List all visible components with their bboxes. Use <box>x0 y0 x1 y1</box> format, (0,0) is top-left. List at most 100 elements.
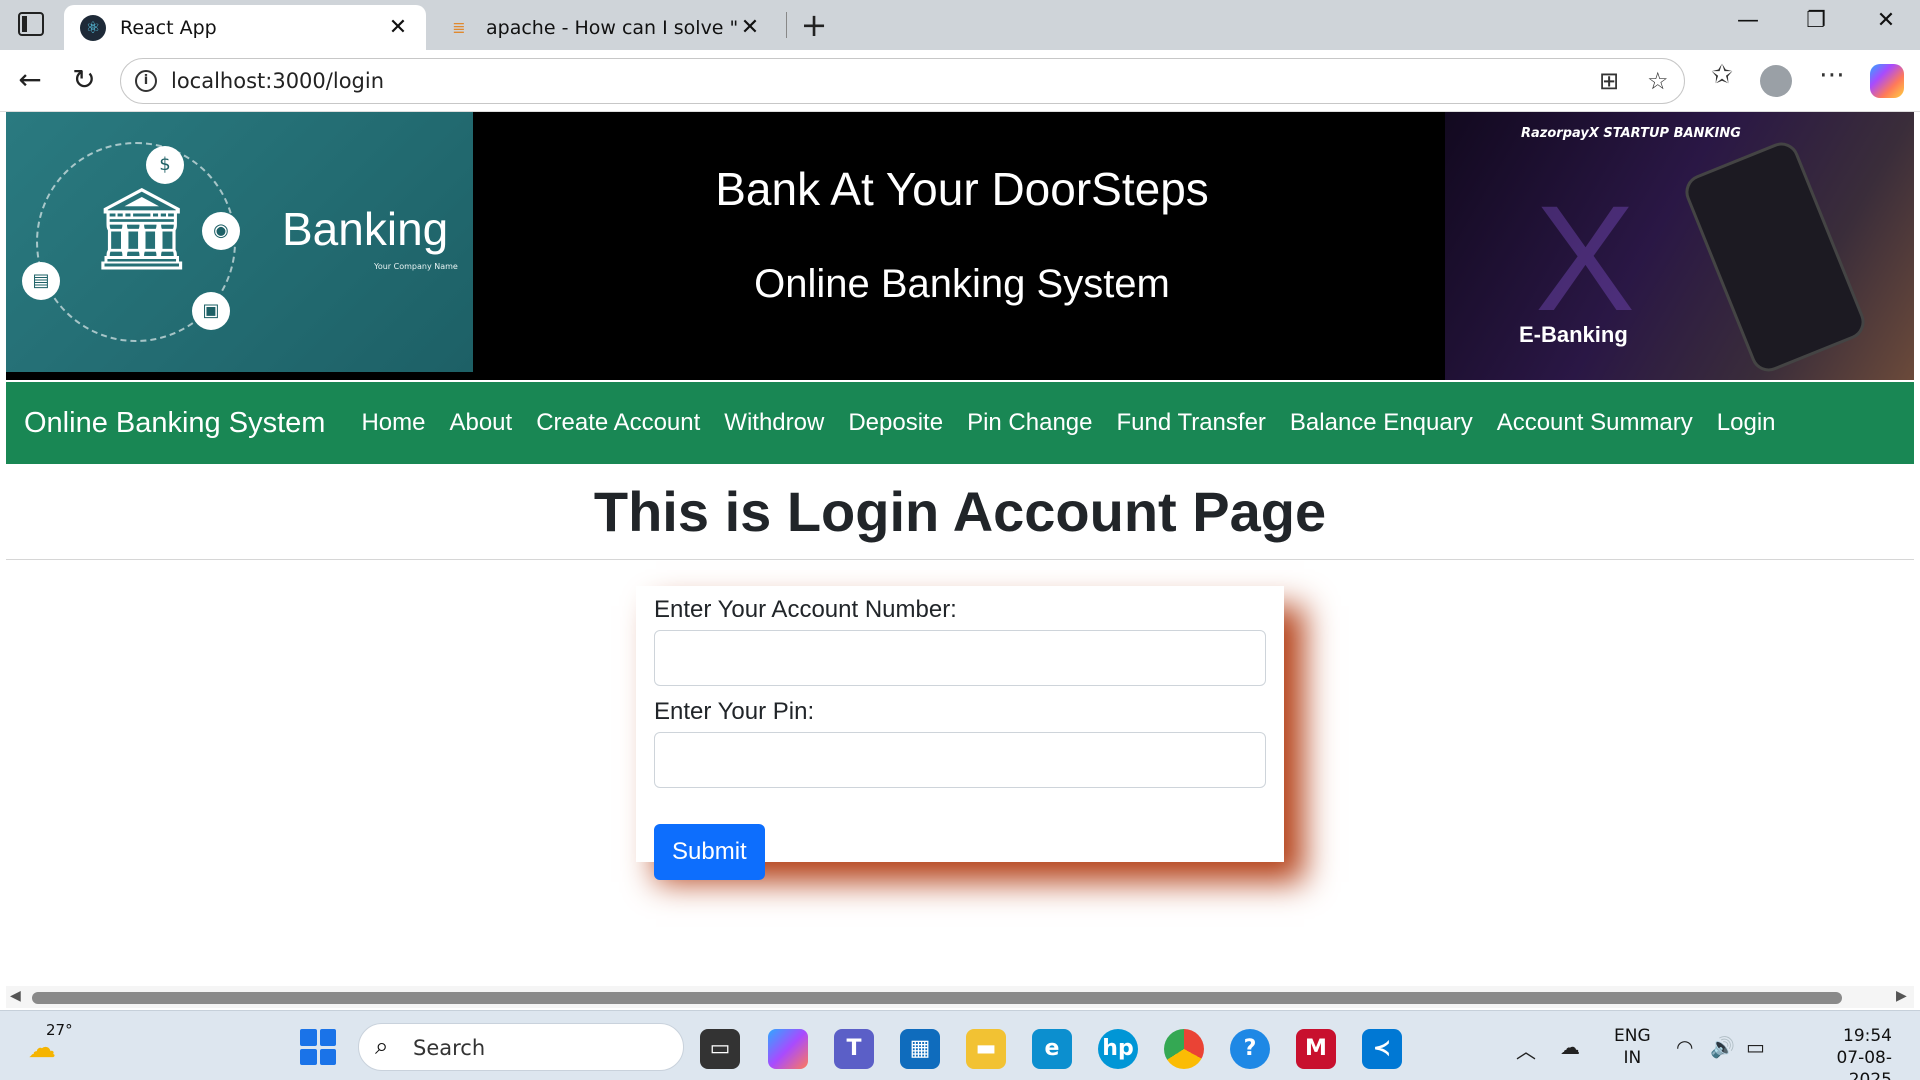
favorites-icon[interactable]: ✩ <box>1702 60 1742 90</box>
nav-balance-enquiry[interactable]: Balance Enquary <box>1290 409 1473 437</box>
nav-fund-transfer[interactable]: Fund Transfer <box>1117 409 1266 437</box>
mcafee-icon[interactable]: M <box>1296 1029 1336 1069</box>
minimize-icon[interactable]: — <box>1728 8 1768 33</box>
browser-tab-bar: ⚛ React App ✕ ≣ apache - How can I solve… <box>0 0 1920 50</box>
scrollbar-thumb[interactable] <box>32 992 1842 1004</box>
nav-home[interactable]: Home <box>361 409 425 437</box>
show-hidden-icons-chevron-icon[interactable]: ︿ <box>1516 1035 1536 1064</box>
scroll-right-icon[interactable]: ▶ <box>1896 988 1907 1004</box>
tab-actions-icon[interactable] <box>18 12 44 36</box>
weather-temperature[interactable]: 27° <box>46 1021 73 1039</box>
nav-create-account[interactable]: Create Account <box>536 409 700 437</box>
edge-icon[interactable]: e <box>1032 1029 1072 1069</box>
pin-label: Enter Your Pin: <box>654 698 815 725</box>
close-tab-icon[interactable]: ✕ <box>386 15 410 40</box>
file-explorer-icon[interactable]: ▬ <box>966 1029 1006 1069</box>
onedrive-icon[interactable]: ☁ <box>1560 1035 1580 1059</box>
scroll-left-icon[interactable]: ◀ <box>10 988 21 1004</box>
more-options-icon[interactable]: ⋯ <box>1812 60 1852 90</box>
app-available-icon[interactable]: ⊞ <box>1599 67 1619 95</box>
account-number-label: Enter Your Account Number: <box>654 596 957 623</box>
start-tile <box>319 1029 336 1046</box>
copilot-app-icon[interactable] <box>768 1029 808 1069</box>
chrome-icon[interactable] <box>1164 1029 1204 1069</box>
favorite-star-icon[interactable]: ☆ <box>1647 67 1669 95</box>
clock-time: 19:54 <box>1843 1026 1892 1046</box>
battery-icon[interactable]: ▭ <box>1746 1035 1765 1059</box>
windows-start-icon[interactable] <box>300 1029 336 1065</box>
pin-input[interactable] <box>654 732 1266 788</box>
page-viewport: 🏛 $ ◉ ▣ ▤ Banking Your Company Name Bank… <box>6 112 1914 1010</box>
search-icon: ⌕ <box>375 1032 389 1060</box>
header-banner: 🏛 $ ◉ ▣ ▤ Banking Your Company Name Bank… <box>6 112 1914 380</box>
new-tab-icon[interactable]: + <box>796 6 832 44</box>
money-bag-icon: $ <box>146 146 184 184</box>
hp-icon[interactable]: hp <box>1098 1029 1138 1069</box>
nav-about[interactable]: About <box>449 409 512 437</box>
x-graphic: X <box>1535 174 1636 342</box>
tab-separator <box>786 12 787 38</box>
address-bar-row: ← ↻ i localhost:3000/login ⊞ ☆ <box>0 50 1920 112</box>
tab-title: apache - How can I solve "Error: M <box>486 16 738 39</box>
search-placeholder: Search <box>413 1036 486 1060</box>
copilot-icon[interactable] <box>1870 64 1904 98</box>
windows-taskbar: ☁ 27° ⌕ Search ▭ T ▦ ▬ e hp ? M ≺ ︿ ☁ EN… <box>0 1010 1920 1080</box>
react-icon: ⚛ <box>80 14 106 41</box>
login-form: Enter Your Account Number: Enter Your Pi… <box>636 586 1284 880</box>
banking-subtitle: Your Company Name <box>374 262 458 271</box>
nav-withdraw[interactable]: Withdrow <box>724 409 824 437</box>
horizontal-scrollbar[interactable]: ◀ ▶ <box>6 986 1914 1008</box>
store-icon[interactable]: ▦ <box>900 1029 940 1069</box>
banner-headline: Bank At Your DoorSteps <box>715 163 1209 215</box>
start-tile <box>319 1048 336 1065</box>
close-window-icon[interactable]: ✕ <box>1866 8 1906 33</box>
ebanking-banner-image: RazorpayX STARTUP BANKING X E-Banking <box>1445 112 1914 380</box>
start-tile <box>300 1029 317 1046</box>
briefcase-icon: ▣ <box>192 292 230 330</box>
back-icon[interactable]: ← <box>12 62 48 98</box>
region-code: IN <box>1623 1048 1642 1068</box>
url-text[interactable]: localhost:3000/login <box>171 69 384 93</box>
vscode-icon[interactable]: ≺ <box>1362 1029 1402 1069</box>
tab-stackoverflow[interactable]: ≣ apache - How can I solve "Error: M ✕ <box>430 5 778 50</box>
wifi-icon[interactable]: ◠ <box>1676 1035 1693 1059</box>
start-tile <box>300 1048 317 1065</box>
account-number-input[interactable] <box>654 630 1266 686</box>
language-indicator[interactable]: ENG IN <box>1614 1025 1651 1069</box>
razorpay-logo: RazorpayX STARTUP BANKING <box>1521 126 1741 141</box>
banner-text: Bank At Your DoorSteps Online Banking Sy… <box>473 112 1451 380</box>
site-info-icon[interactable]: i <box>135 70 157 92</box>
restore-icon[interactable]: ❐ <box>1796 8 1836 33</box>
help-icon[interactable]: ? <box>1230 1029 1270 1069</box>
nav-deposit[interactable]: Deposite <box>848 409 943 437</box>
url-field[interactable]: i localhost:3000/login ⊞ ☆ <box>120 58 1685 104</box>
taskbar-search[interactable]: ⌕ Search <box>358 1023 684 1071</box>
profile-avatar[interactable] <box>1760 65 1792 97</box>
nav-pin-change[interactable]: Pin Change <box>967 409 1092 437</box>
tab-react-app[interactable]: ⚛ React App ✕ <box>64 5 426 50</box>
nav-account-summary[interactable]: Account Summary <box>1497 409 1693 437</box>
task-view-icon[interactable]: ▭ <box>700 1029 740 1069</box>
system-clock[interactable]: 19:54 07-08-2025 <box>1796 1025 1892 1080</box>
main-navbar: Online Banking System Home About Create … <box>6 382 1914 464</box>
refresh-icon[interactable]: ↻ <box>66 62 102 98</box>
bank-building-icon: 🏛 <box>91 182 193 275</box>
banner-subheadline: Online Banking System <box>754 262 1170 306</box>
submit-button[interactable]: Submit <box>654 824 765 880</box>
page-title: This is Login Account Page <box>6 464 1914 560</box>
stackoverflow-icon: ≣ <box>452 18 466 37</box>
banking-title: Banking <box>282 203 449 255</box>
smartphone-graphic <box>1680 137 1870 377</box>
nav-login[interactable]: Login <box>1717 409 1776 437</box>
clock-date: 07-08-2025 <box>1836 1048 1892 1080</box>
document-icon: ▤ <box>22 262 60 300</box>
tab-title: React App <box>120 16 217 39</box>
navbar-brand[interactable]: Online Banking System <box>24 407 325 440</box>
language-code: ENG <box>1614 1026 1651 1046</box>
piggy-bank-icon: ◉ <box>202 212 240 250</box>
volume-icon[interactable]: 🔊 <box>1710 1035 1735 1059</box>
banking-banner-image: 🏛 $ ◉ ▣ ▤ Banking Your Company Name <box>6 112 473 372</box>
ebanking-caption: E-Banking <box>1519 322 1628 347</box>
teams-icon[interactable]: T <box>834 1029 874 1069</box>
close-tab-icon[interactable]: ✕ <box>738 15 762 40</box>
